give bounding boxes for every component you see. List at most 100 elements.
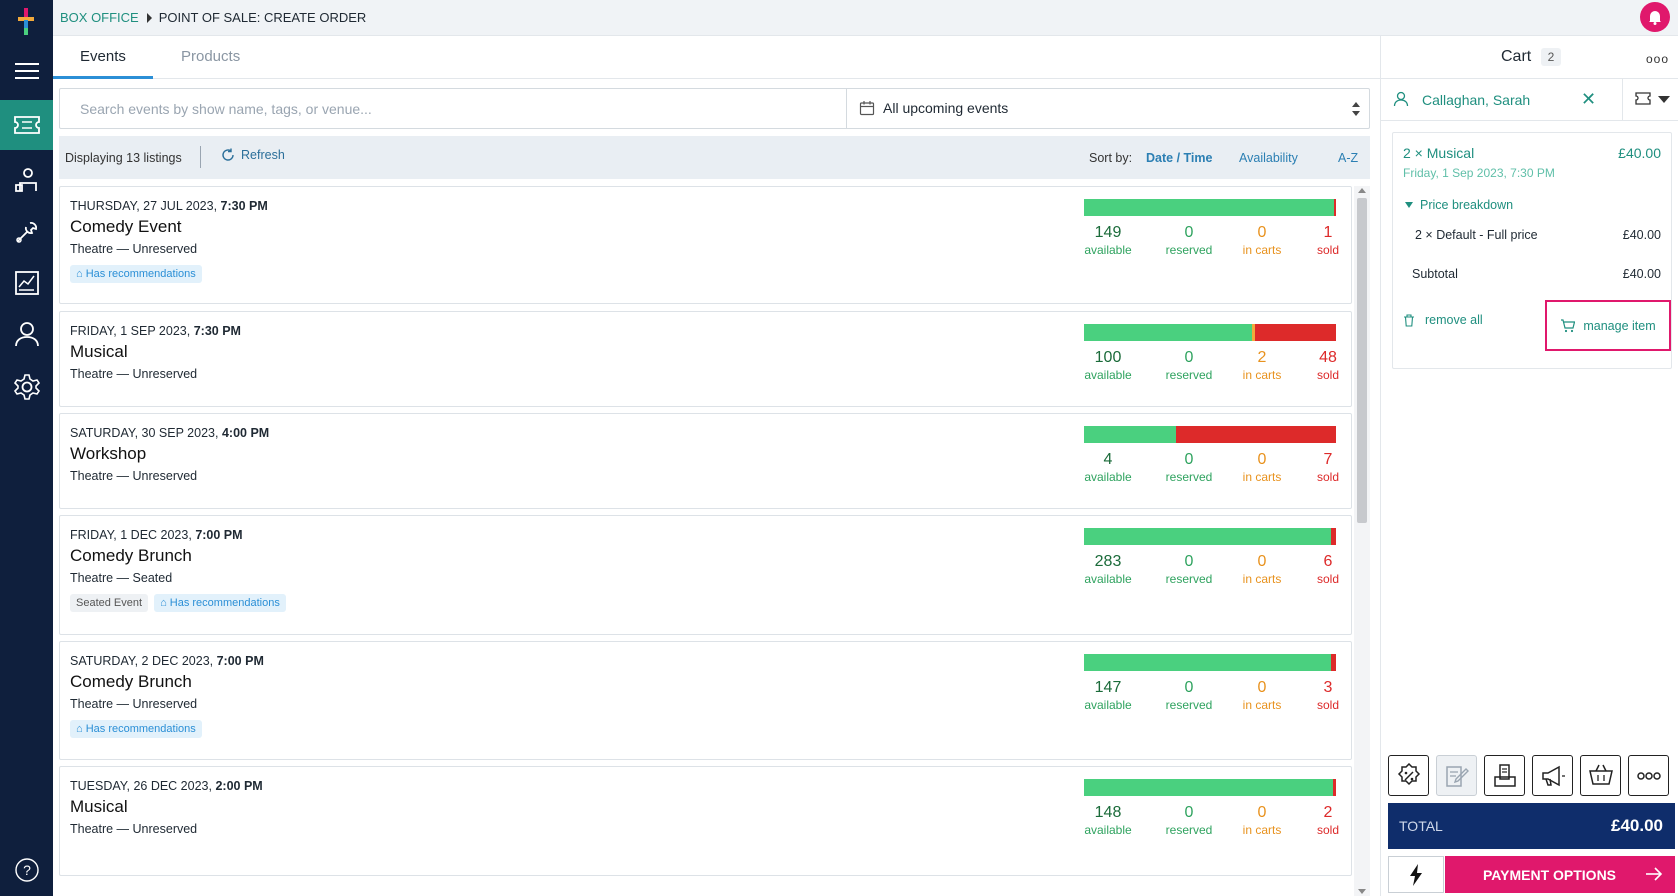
stat-sold: 2 sold xyxy=(1300,804,1352,837)
active-tab-indicator xyxy=(53,76,153,79)
price-breakdown-toggle[interactable]: Price breakdown xyxy=(1405,198,1513,212)
sort-date-time[interactable]: Date / Time xyxy=(1146,151,1212,165)
event-list: THURSDAY, 27 JUL 2023, 7:30 PM Comedy Ev… xyxy=(59,186,1352,896)
customer-service-icon[interactable] xyxy=(0,155,53,205)
cart-more-options-icon[interactable]: ooo xyxy=(1646,52,1669,66)
stat-reserved-label: reserved xyxy=(1165,470,1213,484)
marketing-button[interactable] xyxy=(1532,755,1573,796)
event-card[interactable]: FRIDAY, 1 SEP 2023, 7:30 PM Musical Thea… xyxy=(59,311,1352,407)
select-arrows-icon xyxy=(1352,102,1360,116)
stat-available: 100 available xyxy=(1073,349,1143,382)
tab-bar: Events Products xyxy=(53,36,1380,79)
ticket-delivery-icon[interactable] xyxy=(1635,92,1651,105)
ticket-delivery-caret-icon[interactable] xyxy=(1658,96,1670,103)
stat-sold-value: 48 xyxy=(1319,349,1337,366)
left-nav: ? xyxy=(0,0,53,896)
scrollbar-thumb[interactable] xyxy=(1357,198,1367,523)
event-time: 2:00 PM xyxy=(215,779,263,793)
stat-sold: 1 sold xyxy=(1300,224,1352,257)
date-filter-select[interactable]: All upcoming events xyxy=(847,89,1369,128)
settings-gear-icon[interactable] xyxy=(0,362,53,412)
tab-events[interactable]: Events xyxy=(80,48,126,65)
help-icon[interactable]: ? xyxy=(0,845,53,895)
scroll-up-arrow-icon[interactable] xyxy=(1358,188,1366,193)
print-button[interactable] xyxy=(1484,755,1525,796)
stat-in-carts-value: 0 xyxy=(1257,804,1267,821)
event-venue: Theatre — Unreserved xyxy=(70,822,198,836)
discount-badge-icon xyxy=(1397,762,1420,785)
wrench-icon[interactable] xyxy=(0,207,53,257)
breadcrumb-box-office[interactable]: BOX OFFICE xyxy=(60,10,139,25)
cart-total: TOTAL £40.00 xyxy=(1388,803,1675,849)
stat-available-label: available xyxy=(1084,572,1132,586)
reports-chart-icon[interactable] xyxy=(0,258,53,308)
stat-in-carts-label: in carts xyxy=(1242,368,1282,382)
refresh-label: Refresh xyxy=(241,148,285,162)
scroll-down-arrow-icon[interactable] xyxy=(1358,889,1366,894)
event-time: 7:00 PM xyxy=(216,654,264,668)
basket-button[interactable] xyxy=(1580,755,1621,796)
stat-in-carts: 0 in carts xyxy=(1227,224,1297,257)
remove-all-button[interactable]: remove all xyxy=(1403,313,1483,327)
discount-button[interactable] xyxy=(1388,755,1429,796)
stat-sold: 3 sold xyxy=(1300,679,1352,712)
date-filter-value: All upcoming events xyxy=(883,100,1009,116)
sort-availability[interactable]: Availability xyxy=(1239,151,1298,165)
box-office-ticket-icon[interactable] xyxy=(0,100,53,150)
edit-note-icon xyxy=(1445,765,1469,787)
event-card[interactable]: SATURDAY, 30 SEP 2023, 4:00 PM Workshop … xyxy=(59,413,1352,509)
notes-button[interactable] xyxy=(1436,755,1477,796)
stat-available: 148 available xyxy=(1073,804,1143,837)
stat-available-value: 149 xyxy=(1094,224,1122,241)
event-time: 7:30 PM xyxy=(220,199,268,213)
stat-sold-label: sold xyxy=(1316,572,1339,586)
stat-in-carts: 0 in carts xyxy=(1227,804,1297,837)
event-list-scrollbar[interactable] xyxy=(1354,186,1370,896)
quick-pay-button[interactable] xyxy=(1388,856,1444,893)
more-tools-button[interactable] xyxy=(1628,755,1669,796)
stat-reserved: 0 reserved xyxy=(1154,679,1224,712)
user-icon[interactable] xyxy=(0,309,53,359)
event-search-input[interactable] xyxy=(60,89,846,128)
bar-available xyxy=(1084,528,1331,545)
breadcrumb-chevron-icon xyxy=(146,13,152,23)
customer-name[interactable]: Callaghan, Sarah xyxy=(1422,92,1530,108)
calendar-icon xyxy=(859,101,875,116)
manage-item-button[interactable]: manage item xyxy=(1545,300,1671,351)
megaphone-icon xyxy=(1541,765,1565,786)
menu-icon[interactable] xyxy=(0,46,53,96)
stat-sold-label: sold xyxy=(1316,368,1339,382)
event-card[interactable]: SATURDAY, 2 DEC 2023, 7:00 PM Comedy Bru… xyxy=(59,641,1352,760)
remove-customer-close-icon[interactable]: ✕ xyxy=(1581,89,1596,110)
tab-products[interactable]: Products xyxy=(181,48,240,65)
payment-options-button[interactable]: PAYMENT OPTIONS xyxy=(1445,856,1675,893)
stat-available-label: available xyxy=(1084,368,1132,382)
trash-icon xyxy=(1404,313,1414,327)
event-time: 7:30 PM xyxy=(193,324,241,338)
stat-reserved-value: 0 xyxy=(1184,804,1194,821)
sort-a-z[interactable]: A-Z xyxy=(1338,151,1358,165)
cart-item-name[interactable]: 2 × Musical xyxy=(1403,145,1474,161)
arrow-right-icon xyxy=(1646,867,1663,881)
stat-in-carts-label: in carts xyxy=(1242,698,1282,712)
notifications-bell-icon[interactable] xyxy=(1640,2,1670,32)
event-tags: Seated Event ⌂ Has recommendations xyxy=(70,594,286,612)
event-card[interactable]: THURSDAY, 27 JUL 2023, 7:30 PM Comedy Ev… xyxy=(59,186,1352,304)
event-card[interactable]: TUESDAY, 26 DEC 2023, 2:00 PM Musical Th… xyxy=(59,766,1352,876)
event-date-text: FRIDAY, 1 DEC 2023, xyxy=(70,528,192,542)
event-venue: Theatre — Unreserved xyxy=(70,242,198,256)
cart-panel: Cart 2 ooo Callaghan, Sarah ✕ 2 × Musica… xyxy=(1380,36,1678,896)
tag-label: Has recommendations xyxy=(169,597,280,609)
event-date-text: SATURDAY, 30 SEP 2023, xyxy=(70,426,219,440)
cart-icon xyxy=(1561,318,1576,332)
event-date: FRIDAY, 1 SEP 2023, 7:30 PM xyxy=(70,324,241,338)
app-logo[interactable] xyxy=(15,8,37,36)
lightning-bolt-icon xyxy=(1410,863,1422,886)
refresh-button[interactable]: Refresh xyxy=(221,148,285,162)
stat-reserved: 0 reserved xyxy=(1154,804,1224,837)
stat-available-value: 4 xyxy=(1103,451,1113,468)
stat-reserved-label: reserved xyxy=(1165,243,1213,257)
stat-in-carts-label: in carts xyxy=(1242,572,1282,586)
event-card[interactable]: FRIDAY, 1 DEC 2023, 7:00 PM Comedy Brunc… xyxy=(59,515,1352,635)
stat-reserved-label: reserved xyxy=(1165,698,1213,712)
